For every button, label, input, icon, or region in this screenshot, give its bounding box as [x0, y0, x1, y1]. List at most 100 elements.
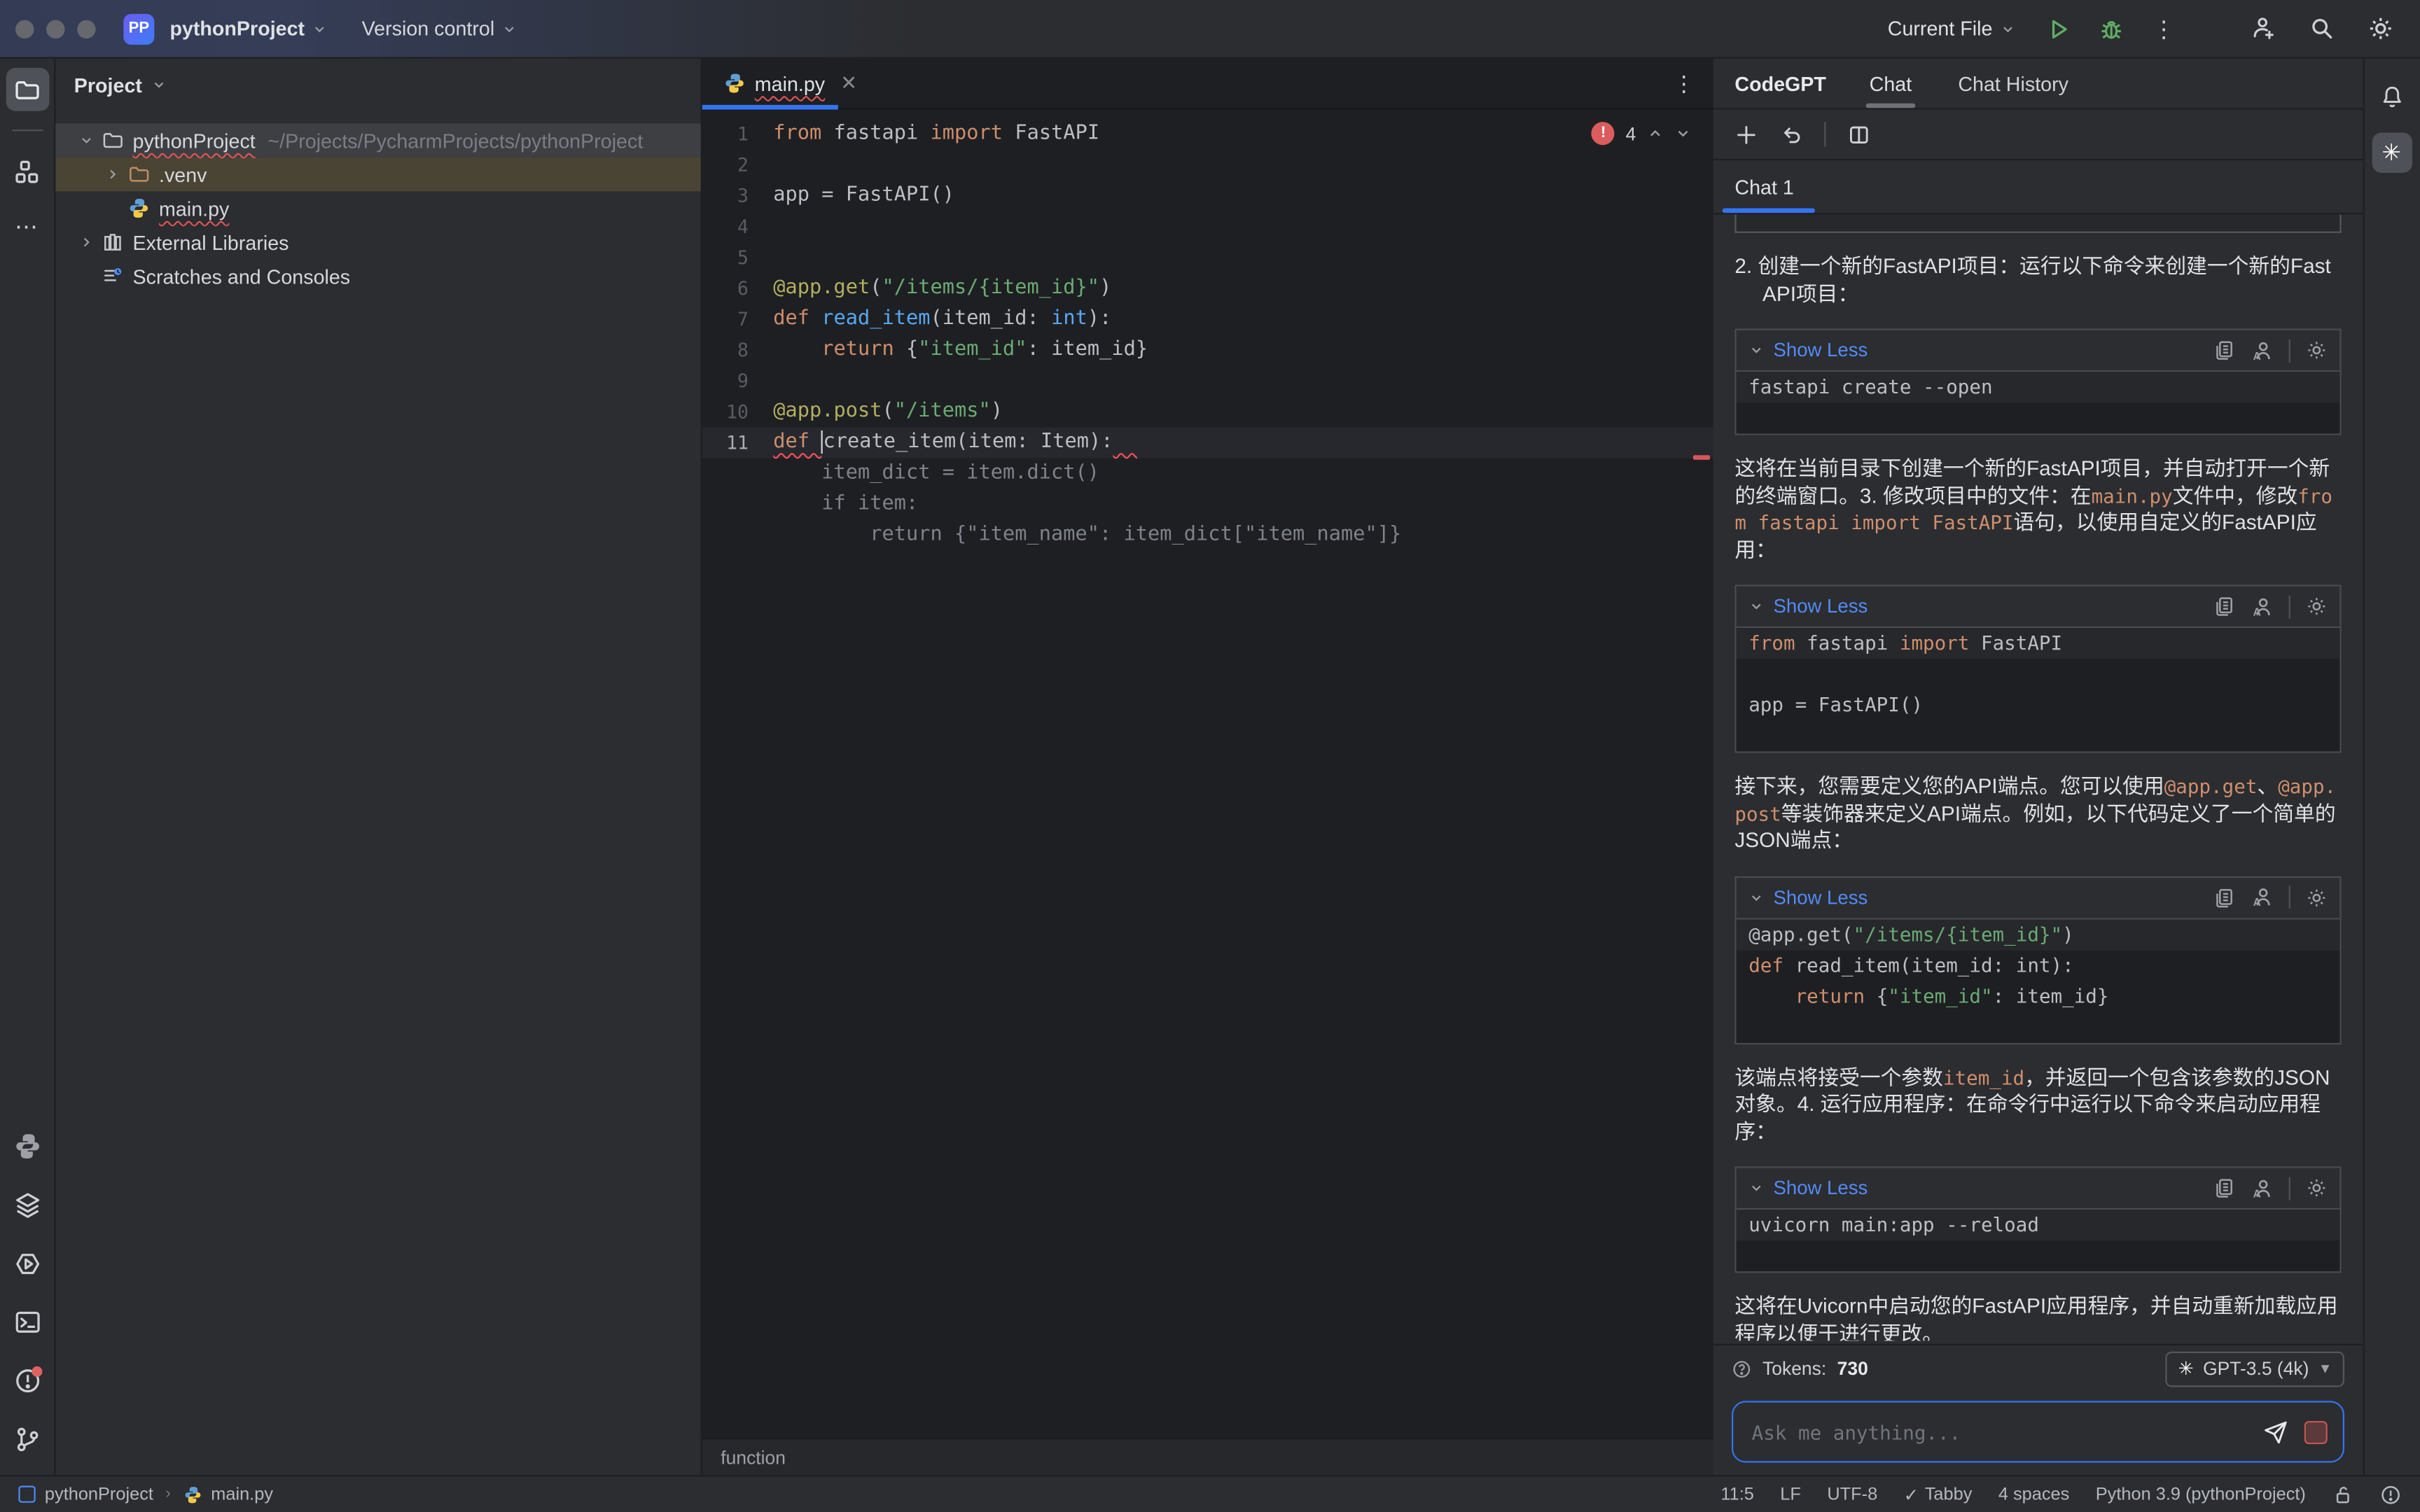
tree-item-external-libraries[interactable]: External Libraries: [55, 225, 700, 259]
window-maximize-button[interactable]: [77, 20, 95, 38]
copy-code-icon[interactable]: [2213, 596, 2235, 617]
show-less-toggle[interactable]: Show Less: [1773, 340, 1868, 361]
copy-code-icon[interactable]: [2213, 886, 2235, 908]
statusbar-item-tabby[interactable]: ✓Tabby: [1904, 1483, 1973, 1505]
run-icon[interactable]: [2043, 13, 2074, 44]
chevron-down-icon[interactable]: [74, 133, 99, 148]
chat-messages[interactable]: 2. 创建一个新的FastAPI项目：运行以下命令来创建一个新的FastAPI项…: [1713, 214, 2363, 1340]
insert-code-icon[interactable]: A: [2251, 1177, 2274, 1200]
debug-icon[interactable]: [2096, 13, 2127, 44]
more-tool-windows-icon[interactable]: ⋯: [6, 205, 49, 248]
python-console-icon[interactable]: [13, 1250, 41, 1278]
copy-code-icon[interactable]: [2213, 1177, 2235, 1199]
statusbar-item-11-5[interactable]: 11:5: [1720, 1485, 1753, 1503]
event-log-icon[interactable]: [2380, 1483, 2402, 1505]
code-line[interactable]: 2: [702, 150, 1713, 181]
write-access-lock-icon[interactable]: [2332, 1483, 2353, 1505]
code-block-body[interactable]: uvicorn main:app --reload: [1737, 1208, 2340, 1271]
statusbar-item-4-spaces[interactable]: 4 spaces: [1998, 1485, 2069, 1503]
statusbar-item-python-3-9-pythonproject-[interactable]: Python 3.9 (pythonProject): [2096, 1485, 2306, 1503]
code-block-body[interactable]: @app.get("/items/{item_id}")def read_ite…: [1737, 917, 2340, 1042]
gear-icon[interactable]: [2306, 596, 2328, 617]
tab-options-icon[interactable]: ⋮: [1673, 70, 1695, 96]
code-line[interactable]: 6@app.get("/items/{item_id}"): [702, 273, 1713, 304]
insert-code-icon[interactable]: A: [2251, 339, 2274, 362]
code-line[interactable]: 1from fastapi import FastAPI: [702, 119, 1713, 150]
codegpt-tool-icon[interactable]: ✳: [2372, 133, 2412, 173]
terminal-icon[interactable]: [13, 1308, 41, 1336]
tab-main-py[interactable]: main.py ✕: [702, 59, 872, 108]
window-minimize-button[interactable]: [46, 20, 64, 38]
prev-error-icon[interactable]: [1647, 125, 1664, 142]
add-user-icon[interactable]: [2247, 13, 2278, 44]
show-less-toggle[interactable]: Show Less: [1773, 886, 1868, 908]
code-block-body[interactable]: fastapi create --open: [1737, 370, 2340, 433]
close-tab-icon[interactable]: ✕: [840, 71, 857, 95]
code-line[interactable]: 3app = FastAPI(): [702, 181, 1713, 211]
split-view-icon[interactable]: [1847, 122, 1870, 146]
stop-generation-icon[interactable]: [2304, 1420, 2328, 1443]
insert-code-icon[interactable]: A: [2251, 886, 2274, 909]
chevron-down-icon[interactable]: [1748, 598, 1764, 614]
python-packages-icon[interactable]: [13, 1133, 41, 1161]
tree-item--venv[interactable]: .venv: [55, 158, 700, 191]
tab-chat[interactable]: Chat: [1866, 73, 1914, 108]
gear-icon[interactable]: [2306, 886, 2328, 908]
version-control-menu[interactable]: Version control: [362, 17, 518, 40]
settings-gear-icon[interactable]: [2365, 13, 2395, 44]
insert-code-icon[interactable]: A: [2251, 595, 2274, 618]
chat-session-tab[interactable]: Chat 1: [1734, 160, 1793, 213]
code-editor[interactable]: ! 4 1from fastapi import FastAPI23app = …: [702, 109, 1713, 1438]
code-line[interactable]: 8 return {"item_id": item_id}: [702, 335, 1713, 365]
structure-tool-icon[interactable]: [6, 150, 49, 193]
gear-icon[interactable]: [2306, 1177, 2328, 1199]
tree-item-main-py[interactable]: main.py: [55, 191, 700, 225]
problems-icon[interactable]: [13, 1367, 41, 1395]
inspection-widget[interactable]: ! 4: [1592, 122, 1692, 145]
chat-input[interactable]: Ask me anything...: [1732, 1401, 2344, 1462]
window-close-button[interactable]: [15, 20, 34, 38]
ghost-code-line[interactable]: item_dict = item.dict(): [702, 458, 1713, 489]
error-stripe-mark[interactable]: [1693, 455, 1710, 460]
tree-item-pythonproject[interactable]: pythonProject~/Projects/PycharmProjects/…: [55, 123, 700, 157]
send-icon[interactable]: [2262, 1419, 2288, 1445]
gear-icon[interactable]: [2306, 340, 2328, 361]
git-branch-icon[interactable]: [13, 1426, 41, 1454]
next-error-icon[interactable]: [1674, 125, 1691, 142]
more-actions-icon[interactable]: ⋮: [2148, 13, 2179, 44]
statusbar-item-lf[interactable]: LF: [1780, 1485, 1801, 1503]
show-less-toggle[interactable]: Show Less: [1773, 596, 1868, 617]
project-name-menu[interactable]: pythonProject: [169, 17, 328, 40]
chevron-down-icon[interactable]: [1748, 890, 1764, 905]
chevron-down-icon[interactable]: [1748, 342, 1764, 358]
tree-item-scratches-and-consoles[interactable]: Scratches and Consoles: [55, 259, 700, 293]
code-line[interactable]: 7def read_item(item_id: int):: [702, 304, 1713, 335]
code-line[interactable]: 11def create_item(item: Item):: [702, 428, 1713, 458]
statusbar-project[interactable]: pythonProject: [45, 1485, 153, 1503]
code-line[interactable]: 5: [702, 242, 1713, 273]
search-icon[interactable]: [2306, 13, 2337, 44]
notifications-bell-icon[interactable]: [2372, 77, 2412, 117]
model-selector[interactable]: ✳ GPT-3.5 (4k) ▼: [2166, 1351, 2344, 1387]
statusbar-file[interactable]: main.py: [211, 1485, 273, 1503]
help-circle-icon[interactable]: [1732, 1359, 1752, 1379]
project-tool-icon[interactable]: [6, 68, 49, 111]
code-block-body[interactable]: from fastapi import FastAPIapp = FastAPI…: [1737, 626, 2340, 752]
new-chat-icon[interactable]: [1734, 122, 1758, 146]
chevron-down-icon[interactable]: [151, 77, 167, 92]
code-line[interactable]: 4: [702, 211, 1713, 242]
services-layers-icon[interactable]: [13, 1191, 41, 1219]
chevron-right-icon[interactable]: [100, 167, 125, 182]
run-configuration-selector[interactable]: Current File: [1888, 17, 2016, 40]
ghost-code-line[interactable]: return {"item_name": item_dict["item_nam…: [702, 520, 1713, 551]
undo-icon[interactable]: [1779, 122, 1802, 146]
chevron-right-icon[interactable]: [74, 234, 99, 250]
chevron-down-icon[interactable]: [1748, 1180, 1764, 1196]
show-less-toggle[interactable]: Show Less: [1773, 1177, 1868, 1199]
statusbar-item-utf-8[interactable]: UTF-8: [1827, 1485, 1877, 1503]
copy-code-icon[interactable]: [2213, 340, 2235, 361]
tab-chat-history[interactable]: Chat History: [1955, 73, 2071, 108]
breadcrumb-scope[interactable]: function: [721, 1446, 786, 1468]
ghost-code-line[interactable]: if item:: [702, 489, 1713, 520]
code-line[interactable]: 10@app.post("/items"): [702, 396, 1713, 427]
